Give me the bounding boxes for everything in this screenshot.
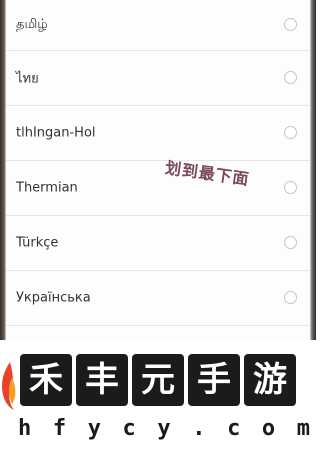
watermark-domain-letter: c bbox=[227, 416, 241, 441]
language-label: Українська bbox=[16, 290, 91, 306]
language-label: tlhIngan-Hol bbox=[16, 125, 96, 141]
radio-button[interactable] bbox=[284, 181, 297, 194]
watermark-domain-letter: o bbox=[261, 416, 276, 441]
screenshot: தமிழ் ไทย tlhIngan-Hol Thermian Türkçe У… bbox=[0, 0, 316, 452]
radio-button[interactable] bbox=[284, 18, 297, 31]
language-option[interactable]: tlhIngan-Hol bbox=[6, 106, 310, 161]
watermark-domain-letter: h bbox=[18, 416, 32, 441]
flame-logo-icon bbox=[2, 362, 16, 410]
language-option[interactable]: Українська bbox=[6, 271, 310, 326]
radio-button[interactable] bbox=[284, 291, 297, 304]
language-label: ไทย bbox=[16, 71, 39, 87]
watermark-domain: h f y c y . c o m bbox=[18, 416, 310, 441]
watermark-char: 手 bbox=[188, 354, 240, 406]
language-option[interactable]: Thermian bbox=[6, 161, 310, 216]
radio-button[interactable] bbox=[284, 126, 297, 139]
watermark-characters: 禾 丰 元 手 游 bbox=[20, 354, 300, 406]
watermark-char: 游 bbox=[244, 354, 296, 406]
language-label: Thermian bbox=[16, 180, 78, 196]
watermark-banner: 禾 丰 元 手 游 h f y c y . c o m bbox=[0, 340, 316, 452]
watermark-domain-letter: . bbox=[192, 416, 206, 441]
language-label: Türkçe bbox=[16, 235, 59, 251]
language-list: தமிழ் ไทย tlhIngan-Hol Thermian Türkçe У… bbox=[6, 0, 310, 340]
language-option[interactable]: ไทย bbox=[6, 51, 310, 106]
watermark-domain-letter: y bbox=[87, 416, 101, 441]
watermark-domain-letter: c bbox=[122, 416, 136, 441]
watermark-domain-letter: y bbox=[157, 416, 171, 441]
language-option[interactable]: Türkçe bbox=[6, 216, 310, 271]
language-option[interactable]: தமிழ் bbox=[6, 0, 310, 51]
screen-edge-right bbox=[310, 0, 316, 340]
watermark-domain-letter: f bbox=[52, 416, 67, 441]
radio-button[interactable] bbox=[284, 236, 297, 249]
language-option-partial[interactable] bbox=[6, 326, 310, 338]
language-label: தமிழ் bbox=[16, 17, 48, 32]
radio-button[interactable] bbox=[284, 71, 297, 84]
watermark-char: 元 bbox=[132, 354, 184, 406]
watermark-domain-letter: m bbox=[296, 416, 310, 441]
watermark-char: 丰 bbox=[76, 354, 128, 406]
watermark-char: 禾 bbox=[20, 354, 72, 406]
